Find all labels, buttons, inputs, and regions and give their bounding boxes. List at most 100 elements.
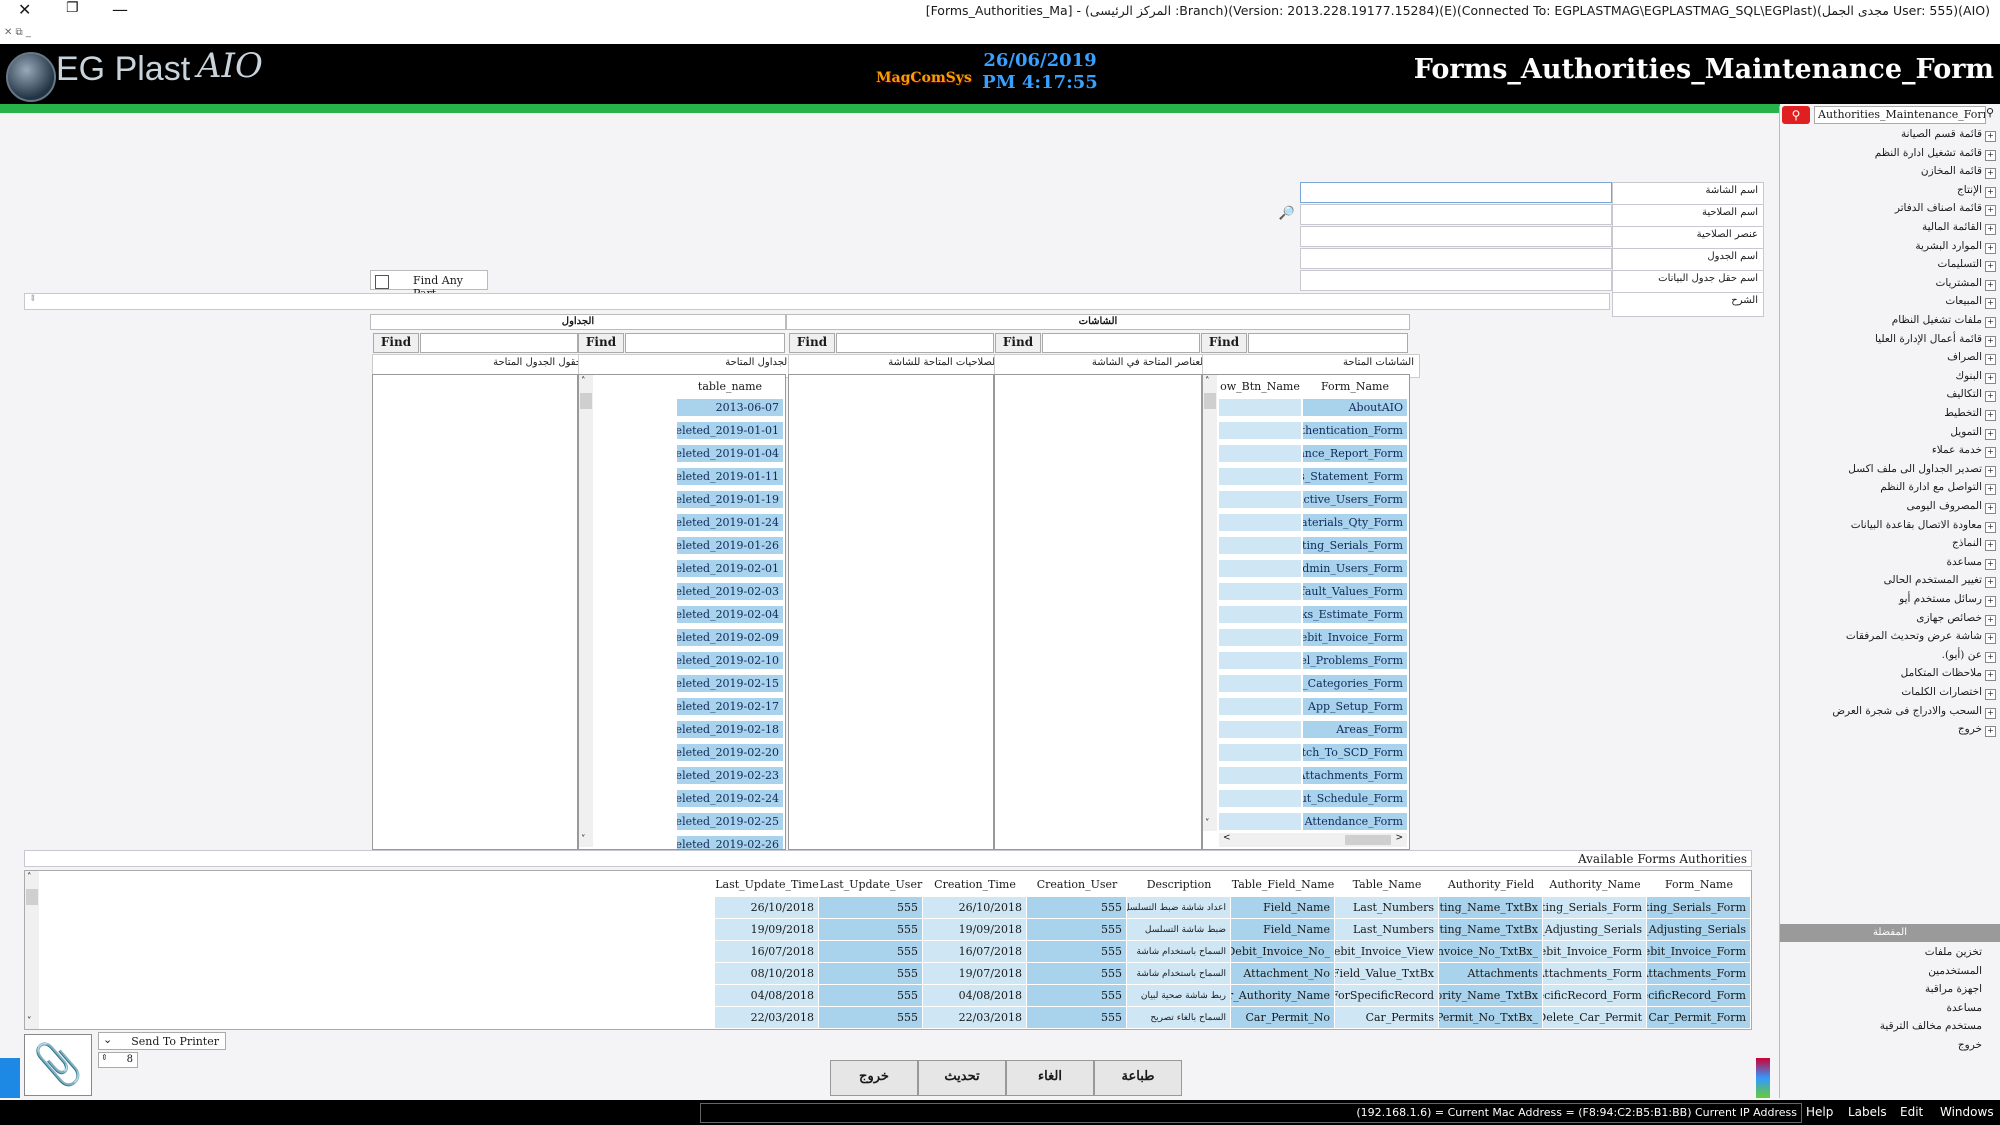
find-screens-input[interactable]: [1248, 333, 1408, 353]
screens-list[interactable]: ˄ ˅ ow_Btn_Name Form_Name AboutAIO Authen…: [1202, 374, 1410, 850]
tree-item[interactable]: مساعدة: [1947, 556, 1982, 568]
scroll-down-icon[interactable]: ˅: [1205, 819, 1210, 829]
list-item[interactable]: Deleted_2019-02-26: [677, 836, 783, 849]
tree-item[interactable]: ملفات تشغيل النظام: [1892, 314, 1982, 326]
list-item[interactable]: Deleted_2019-02-15: [677, 675, 783, 693]
expand-icon[interactable]: +: [1985, 149, 1996, 161]
tree-item[interactable]: خدمة عملاء: [1932, 444, 1982, 456]
list-item[interactable]: Debit_Invoice_Form: [1303, 629, 1407, 647]
list-item-btn-cell[interactable]: [1219, 606, 1301, 624]
tree-item[interactable]: قائمة اصناف الدفاتر: [1895, 202, 1982, 214]
find-table-fields-button[interactable]: Find: [373, 333, 419, 353]
list-item-btn-cell[interactable]: [1219, 675, 1301, 693]
tree-item[interactable]: تصدير الجداول الى ملف اكسل: [1848, 463, 1982, 475]
form-name-column-header[interactable]: Form_Name: [1303, 377, 1407, 397]
list-item[interactable]: Deleted_2019-01-19: [677, 491, 783, 509]
search-icon[interactable]: ⚲: [1782, 106, 1810, 124]
scroll-up-icon[interactable]: ˄: [27, 873, 32, 883]
grid-column-header[interactable]: Creation_Time: [923, 875, 1027, 895]
tree-item[interactable]: الصراف: [1947, 351, 1982, 363]
grid-cell[interactable]: السماح باستخدام شاشة: [1127, 941, 1231, 963]
tree-item[interactable]: عن (أيو).: [1942, 649, 1982, 661]
minimize-icon[interactable]: —: [112, 0, 128, 19]
table-name-column-header[interactable]: table_name: [677, 377, 783, 397]
list-item[interactable]: Deleted_2019-02-25: [677, 813, 783, 831]
exit-button[interactable]: خروج: [830, 1060, 918, 1096]
list-item[interactable]: Deleted_2019-01-01: [677, 422, 783, 440]
scroll-thumb[interactable]: [1204, 393, 1216, 409]
tree-item[interactable]: التخطيط: [1944, 407, 1982, 419]
favorite-item[interactable]: اجهزة مراقبة: [1925, 983, 1982, 995]
list-item[interactable]: Admin_Users_Form: [1303, 560, 1407, 578]
grid-cell[interactable]: 19/09/2018: [923, 919, 1027, 941]
authorities-grid[interactable]: ˄ ˅ Form_Name Authority_Name Authority_Fie…: [24, 870, 1752, 1030]
list-item[interactable]: Active_Users_Form: [1303, 491, 1407, 509]
list-item[interactable]: Default_Values_Form: [1303, 583, 1407, 601]
list-item-btn-cell[interactable]: [1219, 813, 1301, 831]
tree-item[interactable]: قائمة تشغيل ادارة النظم: [1875, 147, 1982, 159]
authority-search-icon[interactable]: 🔎: [1278, 206, 1296, 224]
list-item-btn-cell[interactable]: [1219, 514, 1301, 532]
grid-cell[interactable]: ضبط شاشة التسلسل: [1127, 919, 1231, 941]
scroll-thumb[interactable]: [26, 889, 38, 905]
tree-item[interactable]: خصائص جهازى: [1916, 612, 1982, 624]
expand-icon[interactable]: +: [1985, 596, 1996, 607]
list-item[interactable]: Deleted_2019-02-18: [677, 721, 783, 739]
grid-cell[interactable]: Debit_Invoice_Form: [1647, 941, 1751, 963]
tree-item[interactable]: اختصارات الكلمات: [1901, 686, 1982, 698]
expand-icon[interactable]: +: [1985, 633, 1996, 645]
grid-cell[interactable]: _Debit_Invoice_No: [1231, 941, 1335, 963]
grid-cell[interactable]: 26/10/2018: [923, 897, 1027, 919]
list-item-btn-cell[interactable]: [1219, 491, 1301, 509]
tree-item[interactable]: السحب والادراج فى شجرة العرض: [1832, 705, 1982, 717]
expand-icon[interactable]: +: [1985, 317, 1996, 328]
stepper-arrows-icon[interactable]: ⇕: [101, 1053, 108, 1062]
tree-item[interactable]: المبيعات: [1945, 295, 1982, 307]
tree-item[interactable]: التكاليف: [1946, 388, 1982, 400]
tree-item[interactable]: المصروف اليومى: [1907, 500, 1982, 512]
expand-icon[interactable]: +: [1985, 447, 1996, 459]
list-item[interactable]: Deleted_2019-01-26: [677, 537, 783, 555]
expand-icon[interactable]: +: [1985, 261, 1996, 273]
grid-column-header[interactable]: Last_Update_Time: [715, 875, 819, 895]
screen-name-input[interactable]: [1300, 182, 1612, 203]
expand-icon[interactable]: +: [1985, 186, 1996, 198]
list-item-btn-cell[interactable]: [1219, 721, 1301, 739]
expand-icon[interactable]: +: [1985, 205, 1996, 217]
grid-cell[interactable]: sting_Name_TxtBx: [1439, 897, 1543, 919]
spin-icon[interactable]: ⇕: [29, 294, 37, 304]
grid-cell[interactable]: 26/10/2018: [715, 897, 819, 919]
list-item-btn-cell[interactable]: [1219, 652, 1301, 670]
list-item-btn-cell[interactable]: [1219, 698, 1301, 716]
hscroll-thumb[interactable]: [1345, 835, 1391, 845]
grid-column-header[interactable]: Description: [1127, 875, 1231, 895]
table-fields-list[interactable]: [372, 374, 578, 850]
expand-icon[interactable]: +: [1985, 484, 1996, 496]
list-item[interactable]: AboutAIO: [1303, 399, 1407, 417]
grid-column-header[interactable]: Table_Name: [1335, 875, 1439, 895]
find-screen-elements-input[interactable]: [1042, 333, 1200, 353]
tree-item[interactable]: قائمة المخازن: [1921, 165, 1982, 177]
grid-cell[interactable]: 555: [819, 963, 923, 985]
grid-cell[interactable]: Last_Numbers: [1335, 897, 1439, 919]
tree-item[interactable]: قائمة أعمال الإدارة العليا: [1875, 333, 1982, 345]
menu-edit[interactable]: Edit: [1900, 1105, 1923, 1119]
list-item[interactable]: Deleted_2019-01-24: [677, 514, 783, 532]
find-screens-button[interactable]: Find: [1201, 333, 1247, 353]
expand-icon[interactable]: +: [1985, 410, 1996, 421]
tree-item[interactable]: التمويل: [1950, 426, 1982, 438]
expand-icon[interactable]: +: [1985, 670, 1996, 682]
grid-cell[interactable]: 16/07/2018: [923, 941, 1027, 963]
grid-cell[interactable]: ate_Adjusting_Serials: [1543, 919, 1647, 941]
grid-cell[interactable]: 555: [1027, 1007, 1127, 1029]
list-item[interactable]: Deleted_2019-02-01: [677, 560, 783, 578]
expand-icon[interactable]: +: [1985, 651, 1996, 663]
grid-cell[interactable]: ority_Name_TxtBx: [1439, 985, 1543, 1007]
expand-icon[interactable]: +: [1985, 465, 1996, 477]
expand-icon[interactable]: +: [1985, 707, 1996, 719]
list-item[interactable]: Btch_To_SCD_Form: [1303, 744, 1407, 762]
grid-cell[interactable]: ate_Adjusting_Serials: [1647, 919, 1751, 941]
grid-cell[interactable]: 22/03/2018: [715, 1007, 819, 1029]
scroll-thumb[interactable]: [580, 393, 592, 409]
data-field-name-input[interactable]: [1300, 270, 1612, 291]
